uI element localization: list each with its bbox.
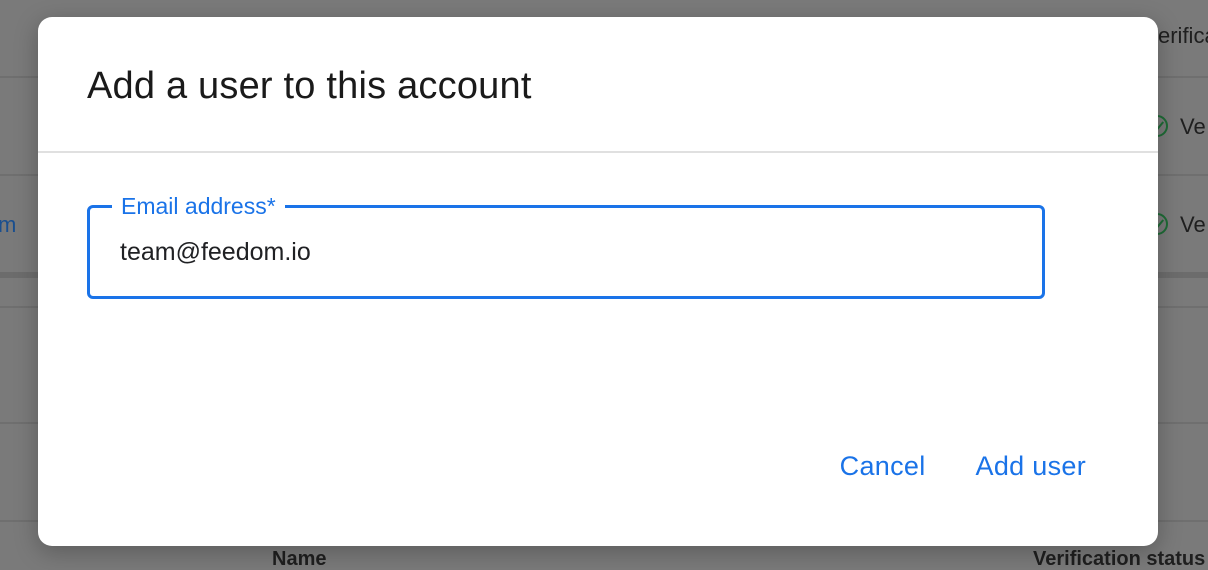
email-field-label: Email address* bbox=[112, 192, 285, 220]
row-link-partial[interactable]: m bbox=[0, 212, 16, 238]
dialog-divider bbox=[38, 151, 1158, 153]
column-header-name: Name bbox=[272, 548, 327, 570]
column-header-verification-partial: erifica bbox=[1158, 23, 1208, 48]
cancel-button[interactable]: Cancel bbox=[840, 447, 926, 486]
verification-status-partial: Ve bbox=[1180, 114, 1206, 139]
verification-status-partial: Ve bbox=[1180, 212, 1206, 237]
add-user-button[interactable]: Add user bbox=[976, 447, 1086, 486]
add-user-dialog: Add a user to this account Email address… bbox=[38, 17, 1158, 546]
column-header-verification: Verification status bbox=[1033, 548, 1206, 570]
dialog-actions: Cancel Add user bbox=[840, 447, 1086, 486]
dialog-title: Add a user to this account bbox=[87, 65, 532, 107]
email-input[interactable] bbox=[120, 234, 1000, 270]
email-field[interactable]: Email address* bbox=[87, 192, 1045, 299]
